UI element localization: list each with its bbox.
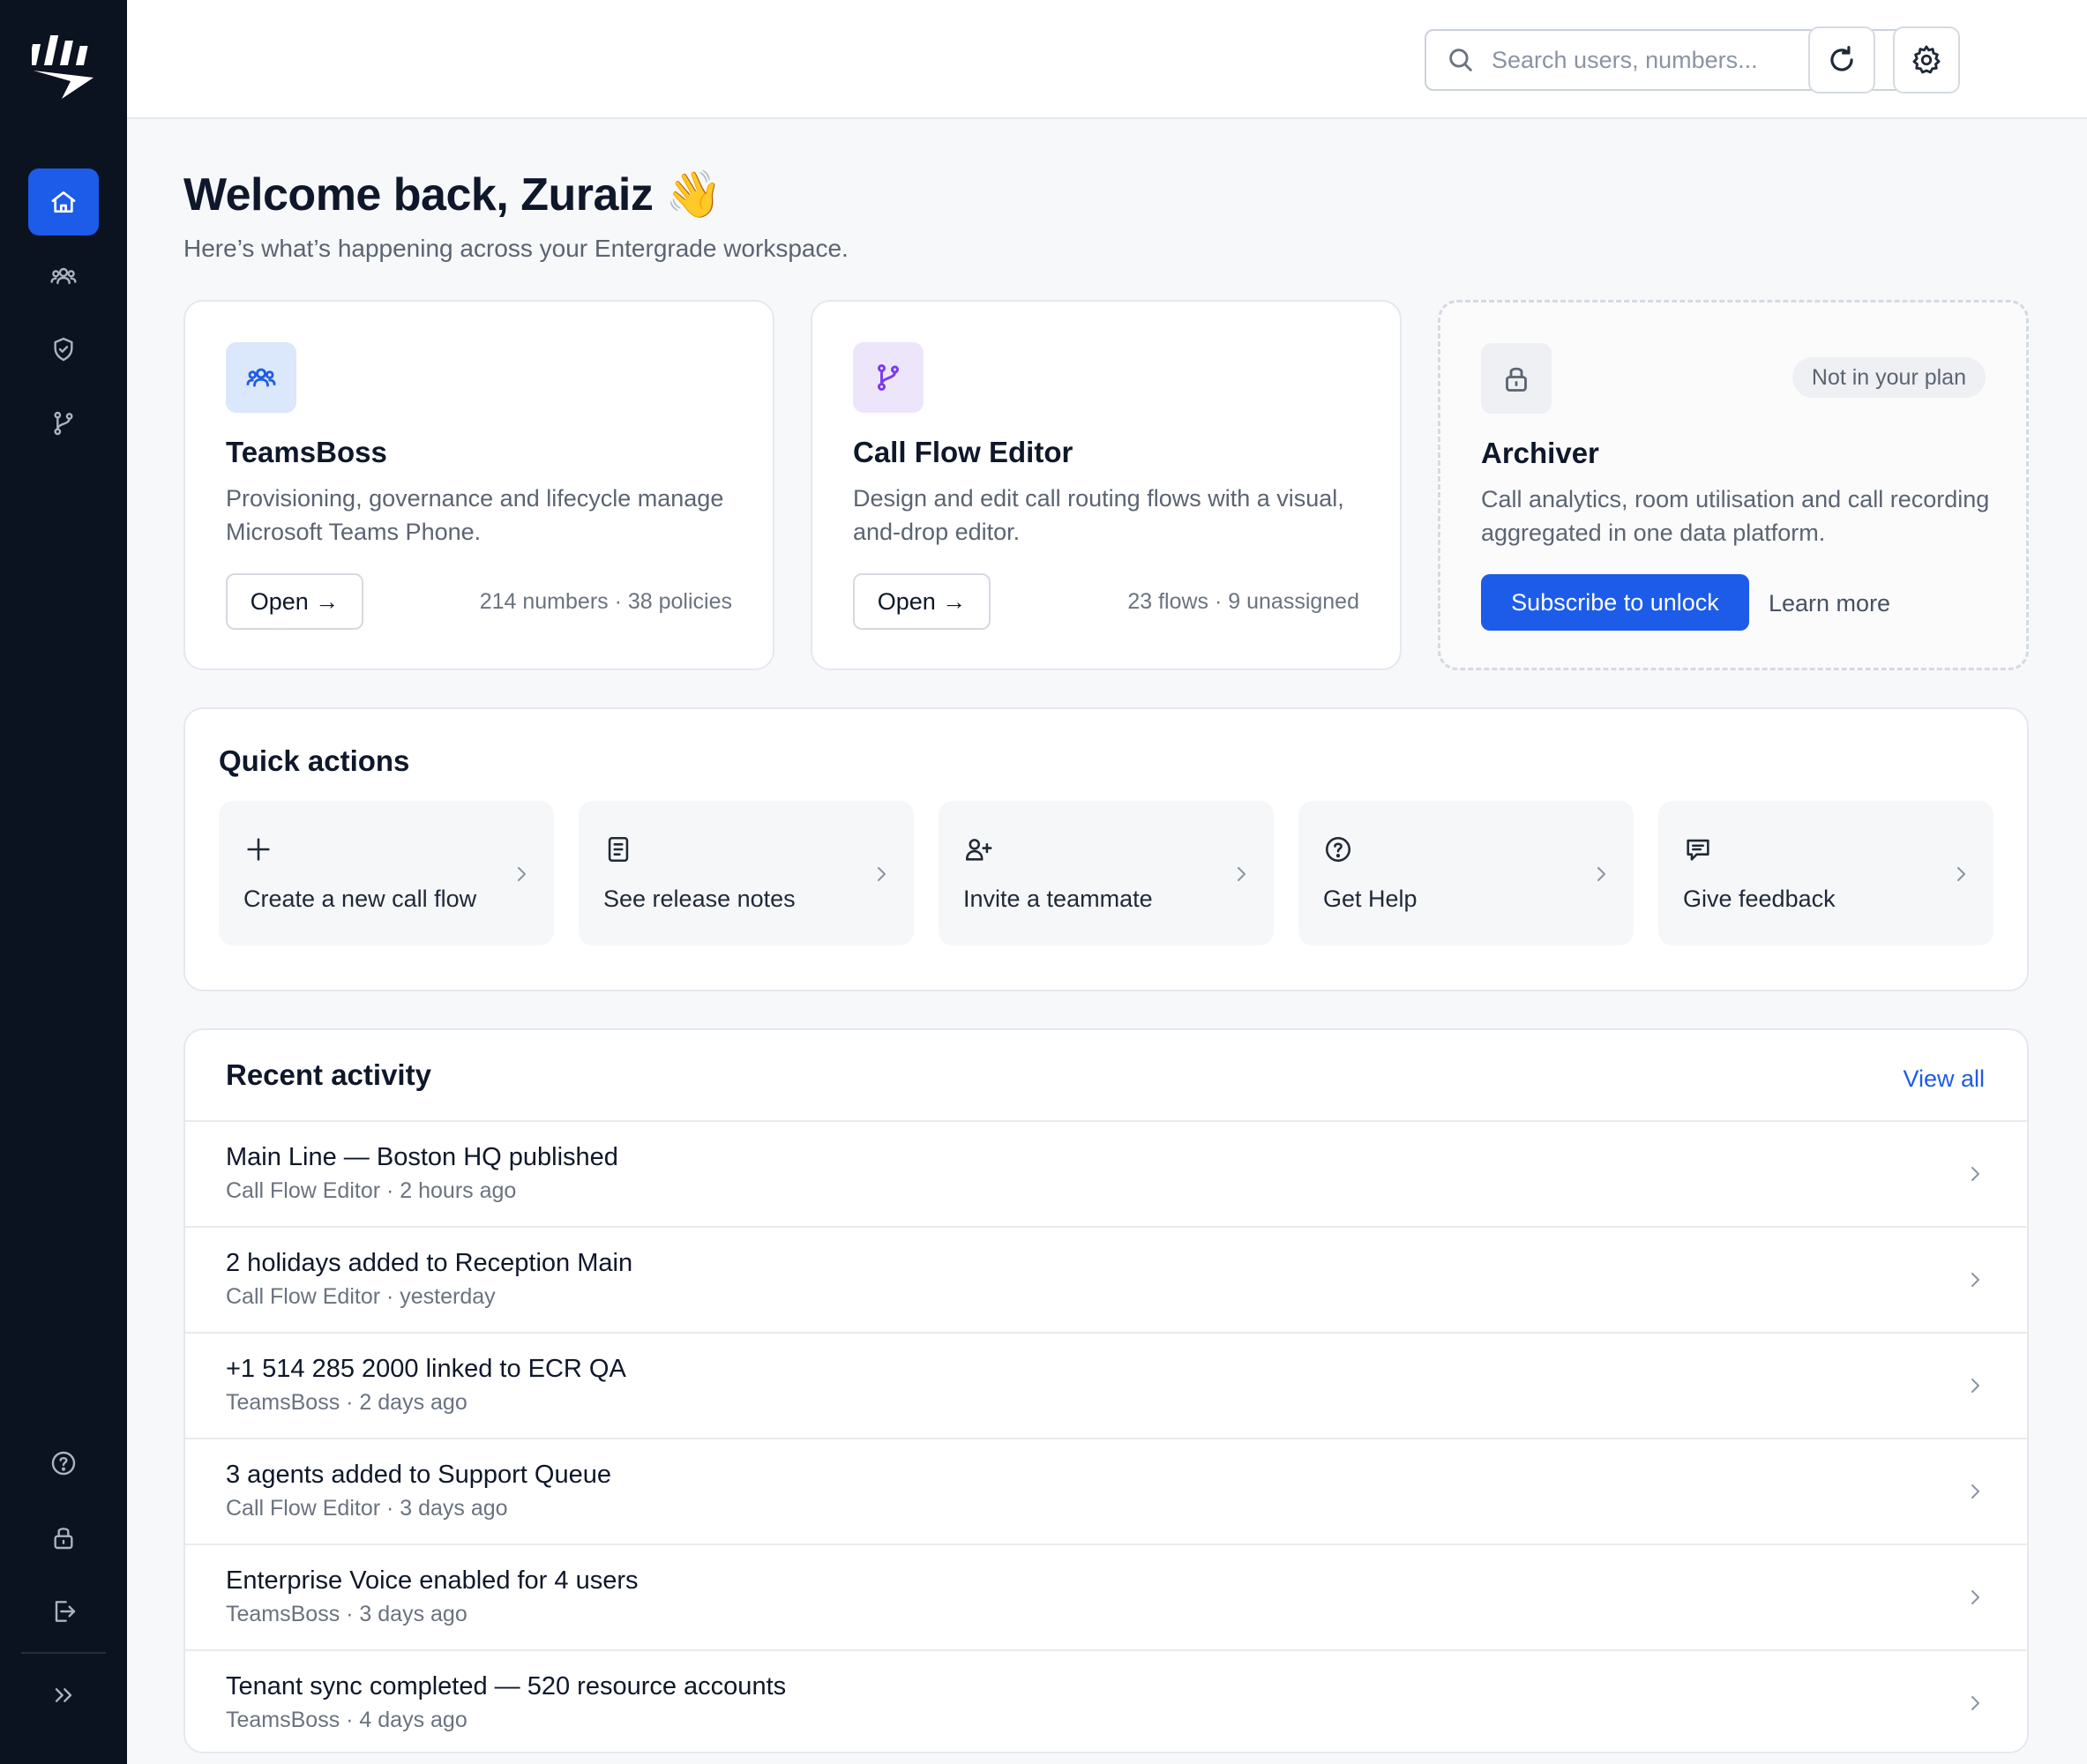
refresh-button[interactable] xyxy=(1808,26,1875,93)
activity-title: +1 514 285 2000 linked to ECR QA xyxy=(226,1355,626,1383)
chevrons-right-icon xyxy=(55,1688,72,1702)
app-card-title: TeamsBoss xyxy=(226,436,387,468)
chevron-right-icon xyxy=(1597,867,1605,881)
activity-subtitle: Call Flow Editor · 3 days ago xyxy=(226,1496,508,1521)
activity-title: Tenant sync completed — 520 resource acc… xyxy=(226,1672,787,1700)
app-card-call-flow-editor: Call Flow Editor Design and edit call ro… xyxy=(811,300,1402,670)
quick-action-label: See release notes xyxy=(603,886,796,912)
teamsboss-app-icon xyxy=(226,342,296,413)
activity-subtitle: TeamsBoss · 4 days ago xyxy=(226,1708,468,1732)
activity-title: 2 holidays added to Reception Main xyxy=(226,1249,633,1277)
app-card-description: Provisioning, governance and lifecycle m… xyxy=(226,485,724,545)
activity-row[interactable]: 3 agents added to Support Queue Call Flo… xyxy=(185,1438,2027,1544)
help-circle-icon xyxy=(51,1451,76,1476)
message-icon xyxy=(1687,839,1709,861)
activity-title: 3 agents added to Support Queue xyxy=(226,1461,611,1489)
app-card-archiver: Not in your plan Archiver Call analytics… xyxy=(1438,300,2029,670)
search-icon xyxy=(1449,49,1472,71)
activity-row[interactable]: Tenant sync completed — 520 resource acc… xyxy=(185,1649,2027,1752)
home-icon xyxy=(51,191,76,213)
git-branch-icon xyxy=(878,364,899,391)
activity-subtitle: TeamsBoss · 2 days ago xyxy=(226,1390,468,1415)
chevron-right-icon xyxy=(518,867,526,881)
app-card-meta: 23 flows · 9 unassigned xyxy=(1127,589,1359,614)
logout-icon xyxy=(55,1601,76,1622)
activity-row[interactable]: Main Line — Boston HQ published Call Flo… xyxy=(185,1120,2027,1226)
activity-subtitle: Call Flow Editor · yesterday xyxy=(226,1284,496,1309)
entergrade-logo-icon[interactable] xyxy=(32,32,95,101)
top-bar: ZZ xyxy=(127,0,2087,119)
quick-action-release-notes[interactable]: See release notes xyxy=(579,801,914,946)
chevron-right-icon xyxy=(1971,1590,1979,1604)
activity-title: Enterprise Voice enabled for 4 users xyxy=(226,1566,639,1595)
users-icon xyxy=(50,267,77,285)
page-title: Welcome back, Zuraiz 👋 xyxy=(183,169,722,220)
quick-actions-title: Quick actions xyxy=(219,744,410,777)
activity-title: Main Line — Boston HQ published xyxy=(226,1143,618,1171)
nav-teamsboss[interactable] xyxy=(28,243,99,310)
quick-action-label: Invite a teammate xyxy=(963,886,1153,912)
quick-action-label: Give feedback xyxy=(1683,886,1836,912)
gear-icon xyxy=(1912,45,1941,74)
recent-activity-panel: Recent activity View all Main Line — Bos… xyxy=(183,1028,2029,1753)
refresh-icon xyxy=(1830,46,1853,71)
git-branch-icon xyxy=(54,411,73,436)
user-plus-icon xyxy=(965,839,992,861)
view-all-link[interactable]: View all xyxy=(1903,1065,1985,1093)
chevron-right-icon xyxy=(1971,1273,1979,1287)
chevron-right-icon xyxy=(1957,867,1965,881)
nav-call-flow[interactable] xyxy=(28,390,99,457)
lock-icon xyxy=(1506,367,1527,392)
open-call-flow-editor-button[interactable]: Open → xyxy=(853,573,991,630)
activity-row[interactable]: 2 holidays added to Reception Main Call … xyxy=(185,1226,2027,1332)
app-card-meta: 214 numbers · 38 policies xyxy=(479,589,732,614)
subscribe-to-unlock-button[interactable]: Subscribe to unlock xyxy=(1481,574,1749,631)
quick-action-invite-teammate[interactable]: Invite a teammate xyxy=(939,801,1274,946)
quick-actions-panel: Quick actions Create a new call flow See… xyxy=(183,707,2029,991)
archiver-app-icon xyxy=(1481,343,1552,414)
open-teamsboss-button[interactable]: Open → xyxy=(226,573,363,630)
sidebar xyxy=(0,0,127,1764)
app-card-teamsboss: TeamsBoss Provisioning, governance and l… xyxy=(183,300,774,670)
app-card-title: Archiver xyxy=(1481,437,1599,469)
app-card-title: Call Flow Editor xyxy=(853,436,1073,468)
not-in-plan-badge: Not in your plan xyxy=(1792,357,1986,398)
plus-icon xyxy=(247,838,270,861)
help-circle-icon xyxy=(1325,836,1351,863)
quick-action-label: Get Help xyxy=(1323,886,1418,912)
chevron-right-icon xyxy=(1971,1484,1979,1499)
chevron-right-icon xyxy=(1971,1696,1979,1710)
activity-subtitle: Call Flow Editor · 2 hours ago xyxy=(226,1178,517,1203)
quick-action-create-call-flow[interactable]: Create a new call flow xyxy=(219,801,554,946)
users-icon xyxy=(246,368,276,387)
nav-lock[interactable] xyxy=(28,1504,99,1571)
chevron-right-icon xyxy=(878,867,886,881)
document-icon xyxy=(608,836,629,863)
quick-action-label: Create a new call flow xyxy=(243,886,477,912)
nav-logout[interactable] xyxy=(28,1578,99,1645)
activity-subtitle: TeamsBoss · 3 days ago xyxy=(226,1602,468,1626)
recent-activity-title: Recent activity xyxy=(226,1058,431,1091)
shield-icon xyxy=(54,337,73,362)
learn-more-link[interactable]: Learn more xyxy=(1769,590,1890,617)
sidebar-divider xyxy=(21,1652,106,1654)
settings-button[interactable] xyxy=(1893,26,1960,93)
app-card-description: Design and edit call routing flows with … xyxy=(853,485,1344,545)
lock-icon xyxy=(54,1528,73,1550)
quick-action-get-help[interactable]: Get Help xyxy=(1298,801,1634,946)
chevron-right-icon xyxy=(1971,1379,1979,1393)
activity-row[interactable]: Enterprise Voice enabled for 4 users Tea… xyxy=(185,1544,2027,1649)
nav-help[interactable] xyxy=(28,1430,99,1497)
activity-row[interactable]: +1 514 285 2000 linked to ECR QA TeamsBo… xyxy=(185,1332,2027,1438)
quick-action-give-feedback[interactable]: Give feedback xyxy=(1658,801,1993,946)
chevron-right-icon xyxy=(1238,867,1245,881)
app-card-description: Call analytics, room utilisation and cal… xyxy=(1481,486,1990,546)
nav-security[interactable] xyxy=(28,316,99,383)
call-flow-app-icon xyxy=(853,342,924,413)
expand-sidebar-button[interactable] xyxy=(28,1662,99,1729)
nav-home[interactable] xyxy=(28,168,99,235)
page-subtitle: Here’s what’s happening across your Ente… xyxy=(183,235,849,262)
chevron-right-icon xyxy=(1971,1167,1979,1181)
